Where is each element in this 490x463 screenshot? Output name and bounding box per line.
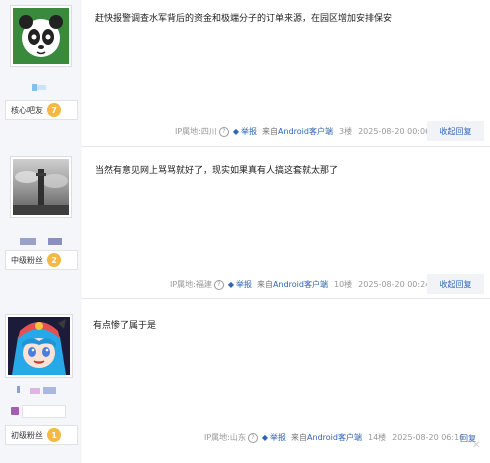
post-time: 2025-08-20 00:24 <box>358 280 431 289</box>
client-link[interactable]: Android客户端 <box>278 127 333 136</box>
post-floor-10: 中级粉丝 2 当然有意见网上骂骂就好了，现实如果真有人搞这套就太那了 IP属地:… <box>0 146 490 299</box>
report-triangle-icon: ◆ <box>227 280 235 289</box>
badge-label: 初级粉丝 <box>11 430 43 440</box>
ip-location: IP属地:山东 <box>204 433 246 442</box>
level-icon: 7 <box>47 103 61 117</box>
collapse-replies-button[interactable]: 收起回复 <box>427 274 484 294</box>
client-link[interactable]: Android客户端 <box>273 280 328 289</box>
client-link[interactable]: Android客户端 <box>307 433 362 442</box>
level-icon: 2 <box>47 253 61 267</box>
tower-photo-avatar-icon <box>13 159 69 215</box>
post-footer: IP属地:福建 ? ◆ 举报 来自Android客户端 10楼 2025-08-… <box>170 279 430 290</box>
report-label: 举报 <box>270 433 287 442</box>
ip-location: IP属地:福建 <box>170 280 212 289</box>
floor-number: 3楼 <box>338 127 353 136</box>
post-floor-3: 核心吧友 7 赶快报警调查水军背后的资金和极端分子的订单来源，在园区增加安排保安… <box>0 0 490 147</box>
user-sidebar: 初级粉丝 1 <box>0 298 82 463</box>
client-source: 来自Android客户端 <box>291 432 362 443</box>
user-sidebar: 核心吧友 7 <box>0 0 82 146</box>
member-badge[interactable]: 核心吧友 7 <box>5 100 78 120</box>
report-label: 举报 <box>236 280 253 289</box>
report-triangle-icon: ◆ <box>261 433 269 442</box>
post-floor-14: 初级粉丝 1 有点惨了属于是 IP属地:山东 ? ◆ 举报 来自Android客… <box>0 298 490 463</box>
report-label: 举报 <box>241 127 258 136</box>
ip-location: IP属地:四川 <box>175 127 217 136</box>
report-button[interactable]: ◆ 举报 <box>262 432 286 443</box>
member-badge[interactable]: 初级粉丝 1 <box>5 425 78 445</box>
post-time: 2025-08-20 06:16 <box>392 433 465 442</box>
avatar[interactable] <box>10 156 72 218</box>
username-redacted[interactable] <box>11 407 19 415</box>
username-redacted[interactable] <box>37 85 46 90</box>
floor-number: 10楼 <box>333 280 353 289</box>
post-footer: IP属地:四川 ? ◆ 举报 来自Android客户端 3楼 2025-08-2… <box>175 126 430 137</box>
client-prefix: 来自 <box>291 433 308 442</box>
report-button[interactable]: ◆ 举报 <box>228 279 252 290</box>
client-prefix: 来自 <box>257 280 274 289</box>
report-button[interactable]: ◆ 举报 <box>233 126 257 137</box>
report-triangle-icon: ◆ <box>232 127 240 136</box>
anime-avatar-icon <box>8 317 70 375</box>
avatar[interactable] <box>10 5 72 67</box>
username-redacted[interactable] <box>22 405 66 418</box>
client-source: 来自Android客户端 <box>257 279 328 290</box>
client-source: 来自Android客户端 <box>262 126 333 137</box>
client-prefix: 来自 <box>262 127 279 136</box>
post-content: 有点惨了属于是 <box>93 321 157 331</box>
avatar[interactable] <box>5 314 73 378</box>
floor-number: 14楼 <box>367 433 387 442</box>
question-circle-icon[interactable]: ? <box>213 279 224 290</box>
username-redacted[interactable] <box>30 388 40 394</box>
username-redacted[interactable] <box>17 386 20 393</box>
level-icon: 1 <box>47 428 61 442</box>
post-time: 2025-08-20 00:06 <box>358 127 431 136</box>
collapse-replies-button[interactable]: 收起回复 <box>427 121 484 141</box>
close-icon[interactable]: ✕ <box>472 440 480 451</box>
badge-label: 中级粉丝 <box>11 255 43 265</box>
post-content: 当然有意见网上骂骂就好了，现实如果真有人搞这套就太那了 <box>95 166 339 176</box>
badge-label: 核心吧友 <box>11 105 43 115</box>
member-badge[interactable]: 中级粉丝 2 <box>5 250 78 270</box>
question-circle-icon[interactable]: ? <box>247 432 258 443</box>
user-sidebar: 中级粉丝 2 <box>0 146 82 298</box>
panda-avatar-icon <box>13 8 69 64</box>
question-circle-icon[interactable]: ? <box>218 126 229 137</box>
post-footer: IP属地:山东 ? ◆ 举报 来自Android客户端 14楼 2025-08-… <box>204 432 464 443</box>
post-content: 赶快报警调查水军背后的资金和极端分子的订单来源，在园区增加安排保安 <box>95 14 393 24</box>
username-redacted[interactable] <box>48 238 62 245</box>
username-redacted[interactable] <box>43 387 56 394</box>
username-redacted[interactable] <box>20 238 36 245</box>
